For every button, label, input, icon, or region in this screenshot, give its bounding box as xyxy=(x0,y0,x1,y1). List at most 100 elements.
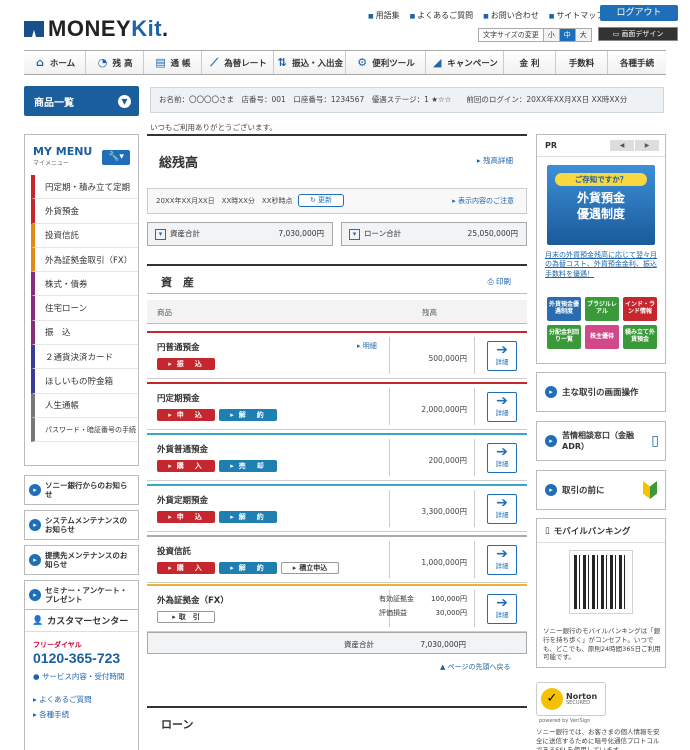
divider xyxy=(389,541,390,578)
action-button[interactable]: 振 込 xyxy=(157,358,215,370)
wrench-icon[interactable]: 🔧▾ xyxy=(102,150,130,165)
asset-row: 円定期預金申 込解 約 2,000,000円 ➔詳細 xyxy=(147,382,527,430)
pr-tile[interactable]: インド・ランド情報 xyxy=(623,297,657,321)
assets-section-header: 資 産 ⎙ 印刷 xyxy=(147,264,527,294)
nav-item-label: 通 帳 xyxy=(170,58,191,69)
mobile-banking-panel: ▯ モバイルバンキング ソニー銀行のモバイルバンキングは「銀行を持ち歩く」がコンセ… xyxy=(536,518,666,668)
mobile-text: ソニー銀行のモバイルバンキングは「銀行を持ち歩く」がコンセプト。いつでも、どこで… xyxy=(543,627,661,662)
top-link[interactable]: お問い合わせ xyxy=(483,10,539,21)
display-note-link[interactable]: ▸ 表示内容のご注意 xyxy=(452,189,514,213)
nav-item[interactable]: ⚙ 便利ツール xyxy=(346,51,426,74)
pr-tile[interactable]: 外貨預金優遇制度 xyxy=(547,297,581,321)
my-menu-item[interactable]: ２通貨決済カード xyxy=(31,345,138,370)
norton-sub: SECURED xyxy=(566,699,590,706)
action-button[interactable]: 解 約 xyxy=(219,511,277,523)
action-button[interactable]: 解 約 xyxy=(219,562,277,574)
balance-detail-link[interactable]: ▸ 残高詳細 xyxy=(477,155,513,166)
my-menu-item[interactable]: 人生通帳 xyxy=(31,393,138,418)
complaint-label: 苦情相談窓口（金融ADR） xyxy=(562,431,634,451)
nav-item[interactable]: 金 利 xyxy=(504,51,556,74)
nav-item[interactable]: ◔ 残 高 xyxy=(86,51,144,74)
my-menu-item[interactable]: 振 込 xyxy=(31,320,138,346)
logout-button[interactable]: ログアウト xyxy=(600,5,678,21)
loan-title: ローン xyxy=(161,718,194,731)
assets-title: 資 産 xyxy=(161,276,194,289)
font-size-small[interactable]: 小 xyxy=(542,29,559,41)
fx-eff-label: 有効証拠金 xyxy=(379,595,414,603)
nav-item[interactable]: 各種手続 xyxy=(608,51,666,74)
action-button[interactable]: 購 入 xyxy=(157,460,215,472)
my-menu-item[interactable]: 住宅ローン xyxy=(31,296,138,321)
my-menu-item[interactable]: 外貨預金 xyxy=(31,199,138,224)
detail-button[interactable]: ➔ 詳細 xyxy=(487,341,517,371)
pr-banner-title: 外貨預金 優遇制度 xyxy=(576,191,625,221)
pr-next-button[interactable]: ▶ xyxy=(635,140,659,151)
complaint-box[interactable]: ▸ 苦情相談窓口（金融ADR） ▯ xyxy=(536,421,666,461)
action-button[interactable]: 解 約 xyxy=(219,409,277,421)
my-menu-item[interactable]: 円定期・積み立て定期 xyxy=(31,175,138,200)
my-menu-item[interactable]: 株式・債券 xyxy=(31,272,138,297)
detail-button[interactable]: ➔ 詳細 xyxy=(487,392,517,422)
info-link[interactable]: ▸ セミナー・アンケート・プレゼント xyxy=(24,580,139,610)
pr-banner[interactable]: ご存知ですか？ 外貨預金 優遇制度 xyxy=(547,165,655,245)
action-button[interactable]: 購 入 xyxy=(157,562,215,574)
screen-guide-box[interactable]: ▸ 主な取引の画面操作 xyxy=(536,372,666,412)
asset-row: 外為証拠金（FX） 取 引 有効証拠金 100,000円評価損益 30,000円 ➔詳細 xyxy=(147,584,527,632)
my-menu-item[interactable]: 外為証拠金取引（FX） xyxy=(31,247,138,273)
my-menu-item[interactable]: パスワード・暗証番号の手続 xyxy=(31,417,138,443)
norton-seal[interactable]: ✓ Norton SECURED xyxy=(536,682,606,716)
pr-tile[interactable]: 分配金利回り一覧 xyxy=(547,325,581,349)
pr-prev-button[interactable]: ◀ xyxy=(610,140,634,151)
print-button[interactable]: ⎙ 印刷 xyxy=(488,276,511,287)
font-size-large[interactable]: 大 xyxy=(574,29,591,41)
nav-item[interactable]: ⟋ 為替レート xyxy=(202,51,274,74)
action-button[interactable]: 売 却 xyxy=(219,460,277,472)
cs-link-faq[interactable]: ▸ よくあるご質問 xyxy=(25,694,138,705)
before-trading-box[interactable]: ▸ 取引の前に xyxy=(536,470,666,510)
my-menu-item[interactable]: 投資信託 xyxy=(31,223,138,248)
my-menu-item[interactable]: ほしいもの貯金箱 xyxy=(31,369,138,394)
nav-item-label: ホーム xyxy=(49,58,76,69)
pr-tile[interactable]: 株主優待 xyxy=(585,325,619,349)
info-link[interactable]: ▸ ソニー銀行からのお知らせ xyxy=(24,475,139,505)
update-button[interactable]: ↻ 更新 xyxy=(298,194,344,207)
info-link[interactable]: ▸ システムメンテナンスのお知らせ xyxy=(24,510,139,540)
thanks-message: いつもご利用ありがとうございます。 xyxy=(150,123,277,132)
info-link[interactable]: ▸ 提携先メンテナンスのお知らせ xyxy=(24,545,139,575)
action-button[interactable]: 申 込 xyxy=(157,511,215,523)
detail-button[interactable]: ➔ 詳細 xyxy=(487,545,517,575)
font-size-medium[interactable]: 中 xyxy=(558,29,575,41)
top-link[interactable]: サイトマップ xyxy=(549,10,604,21)
detail-button[interactable]: ➔ 詳細 xyxy=(487,594,517,624)
cs-link-procedures[interactable]: ▸ 各種手続 xyxy=(25,709,138,720)
detail-button[interactable]: ➔ 詳細 xyxy=(487,494,517,524)
asset-total-summary[interactable]: 資産合計 7,030,000円 xyxy=(147,222,333,246)
nav-item[interactable]: ⌂ ホーム xyxy=(24,51,86,74)
pr-tile[interactable]: ブラジルレアル xyxy=(585,297,619,321)
gear-icon: ⚙ xyxy=(357,56,368,69)
product-list-button[interactable]: 商品一覧 ▼ xyxy=(24,86,139,116)
back-to-top-link[interactable]: ▲ ページの先頭へ戻る xyxy=(440,662,510,672)
logo[interactable]: MONEYKit. xyxy=(24,16,169,41)
info-link-label: ソニー銀行からのお知らせ xyxy=(45,481,128,499)
pr-tile[interactable]: 積み立て外貨預金 xyxy=(623,325,657,349)
mobile-title: モバイルバンキング xyxy=(553,526,631,537)
action-button[interactable]: 取 引 xyxy=(157,611,215,623)
nav-item[interactable]: 手数料 xyxy=(556,51,608,74)
divider xyxy=(474,490,475,527)
cs-link-service[interactable]: ● サービス内容・受付時間 xyxy=(25,671,138,682)
loan-total-summary[interactable]: ローン合計 25,050,000円 xyxy=(341,222,527,246)
pr-description-link[interactable]: 月末の外貨預金残高に応じて翌々月の為替コスト、外貨預金金利、振込手数料を優遇！ xyxy=(545,251,661,279)
action-button[interactable]: 申 込 xyxy=(157,409,215,421)
action-button[interactable]: 積立申込 xyxy=(281,562,339,574)
screen-design-button[interactable]: ▭ 画面デザイン xyxy=(598,27,678,41)
statement-link[interactable]: ▸ 明細 xyxy=(357,341,377,351)
top-link[interactable]: 用語集 xyxy=(368,10,400,21)
nav-item[interactable]: ⇅ 振込・入出金 xyxy=(274,51,346,74)
nav-item[interactable]: ▤ 通 帳 xyxy=(144,51,202,74)
arrow-right-icon: ▸ xyxy=(29,554,41,566)
font-size-switcher: 文字サイズの変更 小 中 大 xyxy=(478,28,592,42)
nav-item[interactable]: ◢ キャンペーン xyxy=(426,51,504,74)
top-link[interactable]: よくあるご質問 xyxy=(410,10,473,21)
detail-button[interactable]: ➔ 詳細 xyxy=(487,443,517,473)
